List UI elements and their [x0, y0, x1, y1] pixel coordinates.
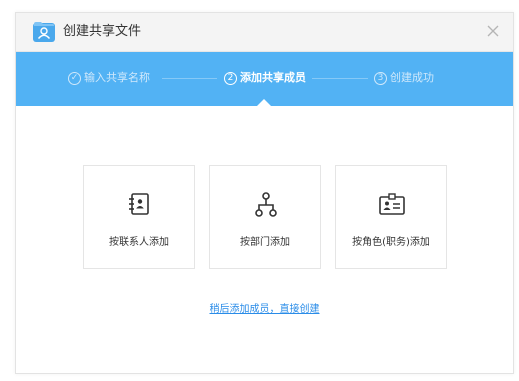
shared-folder-icon — [33, 22, 55, 42]
current-step-pointer — [257, 99, 271, 106]
skip-add-members-link[interactable]: 稍后添加成员，直接创建 — [16, 303, 513, 317]
dialog-titlebar: 创建共享文件 — [16, 13, 513, 52]
dialog-title: 创建共享文件 — [63, 24, 142, 39]
step-number-badge: 2 — [224, 71, 237, 85]
step-add-members: 2 添加共享成员 — [224, 69, 306, 87]
contacts-book-icon — [129, 193, 149, 215]
close-icon[interactable] — [483, 21, 503, 41]
option-label: 按角色(职务)添加 — [352, 237, 430, 248]
option-label: 按部门添加 — [240, 237, 290, 248]
add-by-role-button[interactable]: 按角色(职务)添加 — [335, 165, 447, 269]
step-connector — [162, 78, 217, 79]
check-circle-icon: ✓ — [68, 71, 81, 85]
step-progress-bar: ✓ 输入共享名称 2 添加共享成员 3 创建成功 — [16, 52, 513, 106]
step-create-success: 3 创建成功 — [374, 69, 434, 87]
add-by-department-button[interactable]: 按部门添加 — [209, 165, 321, 269]
step-connector — [312, 78, 368, 79]
step-number-badge: 3 — [374, 71, 387, 85]
add-by-contacts-button[interactable]: 按联系人添加 — [83, 165, 195, 269]
org-chart-icon — [255, 192, 277, 217]
step-label: 添加共享成员 — [240, 71, 306, 84]
step-enter-share-name: ✓ 输入共享名称 — [68, 69, 150, 87]
step-label: 输入共享名称 — [84, 71, 150, 84]
step-label: 创建成功 — [390, 71, 434, 84]
create-shared-file-dialog: 创建共享文件 ✓ 输入共享名称 2 添加共享成员 3 创建成功 按联系人添加 按… — [15, 12, 514, 374]
id-card-icon — [379, 193, 405, 215]
option-label: 按联系人添加 — [109, 237, 169, 248]
